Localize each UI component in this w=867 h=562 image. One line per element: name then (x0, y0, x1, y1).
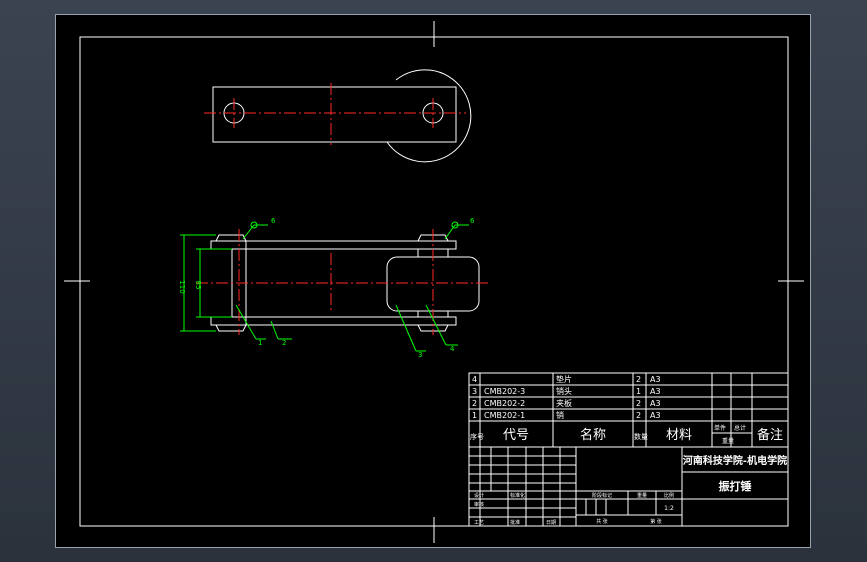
label-approve: 批准 (510, 519, 520, 526)
cad-drawing: 110 85 6 6 1 2 3 4 4 垫片 2 A3 3 CMB202-3 … (64, 21, 804, 543)
bom-row-index: 1 (472, 411, 477, 420)
header-index: 序号 (470, 432, 484, 441)
bom-row-index: 3 (472, 387, 477, 396)
scale-value: 1:2 (664, 505, 674, 512)
plate-outline (212, 86, 457, 143)
bom-row-qty: 1 (636, 387, 641, 396)
label-standardize: 标准化 (510, 492, 525, 499)
header-total: 总计 (734, 424, 746, 432)
bom-row-name: 夹板 (556, 398, 572, 408)
front-center-lines (196, 229, 488, 335)
label-date: 日期 (546, 520, 556, 526)
top-center-lines (204, 83, 466, 145)
hammer-head-arc (386, 69, 472, 163)
header-material: 材料 (666, 428, 692, 443)
bom-row-material: A3 (650, 399, 661, 408)
header-remark: 备注 (757, 427, 783, 443)
label-sheet: 第 张 (650, 518, 662, 525)
weld-label-right: 6 (470, 217, 475, 225)
bom-row-code: CMB202-1 (484, 411, 525, 420)
bom-row-code: CMB202-2 (484, 399, 525, 408)
label-ratio: 比例 (664, 492, 674, 499)
header-single: 单件 (714, 424, 726, 432)
bom-row-index: 4 (472, 375, 477, 384)
balloon-2: 2 (282, 339, 286, 347)
dim-inner-height: 85 (194, 281, 202, 290)
washer-left-top (215, 234, 247, 242)
dim-outer-height: 110 (178, 280, 186, 293)
label-review: 审核 (474, 501, 484, 508)
bom-row-index: 2 (472, 399, 477, 408)
label-stage: 阶段标记 (592, 492, 612, 499)
label-design: 设计 (474, 492, 484, 499)
bom-row-material: A3 (650, 387, 661, 396)
weld-symbol-left (242, 221, 268, 240)
label-process: 工艺 (474, 520, 484, 526)
bom-header: 序号 代号 名称 数量 材料 单件 总计 重量 备注 (470, 424, 783, 445)
bom-row-qty: 2 (636, 375, 641, 384)
front-view: 110 85 6 6 1 2 3 4 (178, 217, 488, 359)
header-code: 代号 (503, 428, 529, 443)
top-view (204, 69, 472, 163)
plate-top (210, 240, 457, 250)
bom-row-code: CMB202-3 (484, 387, 525, 396)
drawing-sheet: 110 85 6 6 1 2 3 4 4 垫片 2 A3 3 CMB202-3 … (55, 14, 811, 548)
header-qty: 数量 (634, 432, 648, 441)
bom-row-material: A3 (650, 375, 661, 384)
balloon-1: 1 (258, 339, 262, 347)
header-name: 名称 (580, 427, 606, 443)
header-weight: 重量 (722, 437, 734, 445)
drawing-title: 振打锤 (719, 479, 752, 493)
bom-row-name: 销头 (556, 386, 572, 396)
bom-row-qty: 2 (636, 411, 641, 420)
balloon-3: 3 (418, 351, 422, 359)
label-weight: 重量 (637, 492, 647, 499)
balloon-4: 4 (450, 345, 455, 353)
bom-row-material: A3 (650, 411, 661, 420)
school-name: 河南科技学院-机电学院 (683, 454, 787, 467)
weld-label-left: 6 (271, 217, 276, 225)
bom-row-qty: 2 (636, 399, 641, 408)
weld-symbol-right (444, 221, 469, 240)
washer-left-bottom (215, 324, 247, 332)
label-total-sheets: 共 张 (596, 518, 608, 525)
leader-lines (235, 304, 458, 352)
bom-row-name: 销 (556, 410, 564, 420)
plate-bottom (210, 316, 457, 326)
bom-row-name: 垫片 (556, 374, 572, 384)
